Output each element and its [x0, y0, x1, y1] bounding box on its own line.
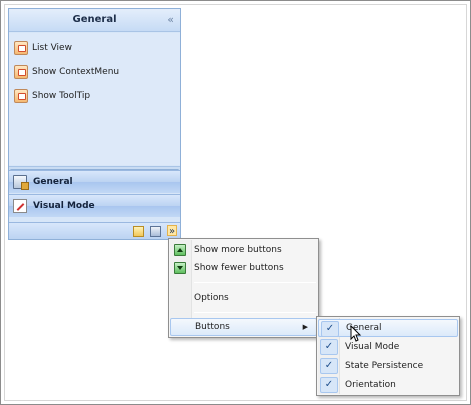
menu-separator [194, 282, 316, 283]
group-general[interactable]: General [9, 170, 180, 193]
submenu-item-label: Visual Mode [345, 342, 400, 352]
checkmark-icon: ✓ [320, 339, 338, 355]
checkmark-icon: ✓ [320, 377, 338, 393]
nav-item-list-view[interactable]: List View [14, 39, 174, 57]
picture-icon [14, 65, 28, 79]
menu-item-label: Show more buttons [194, 245, 282, 255]
buttons-submenu: ✓ General ✓ Visual Mode ✓ State Persiste… [316, 316, 460, 396]
nav-item-label: Show ToolTip [32, 91, 91, 101]
navigation-bar: General « List View Show ContextMenu Sho… [8, 8, 181, 240]
menu-item-show-fewer-buttons[interactable]: Show fewer buttons [170, 259, 317, 277]
context-menu: Show more buttons Show fewer buttons Opt… [168, 238, 319, 338]
submenu-arrow-icon: ▶ [302, 323, 308, 331]
arrow-down-icon [174, 262, 186, 274]
folder-icon[interactable] [133, 226, 144, 237]
nav-header: General « [9, 9, 180, 32]
submenu-item-label: Orientation [345, 380, 396, 390]
picture-icon [14, 89, 28, 103]
group-visual-mode[interactable]: Visual Mode [9, 194, 180, 217]
nav-item-label: Show ContextMenu [32, 67, 120, 77]
submenu-item-state-persistence[interactable]: ✓ State Persistence [318, 357, 458, 375]
visual-mode-icon [13, 199, 27, 213]
submenu-item-label: State Persistence [345, 361, 424, 371]
configure-buttons-chevron-icon[interactable]: » [167, 225, 177, 237]
submenu-item-orientation[interactable]: ✓ Orientation [318, 376, 458, 394]
nav-item-show-contextmenu[interactable]: Show ContextMenu [14, 63, 174, 81]
menu-item-show-more-buttons[interactable]: Show more buttons [170, 241, 317, 259]
nav-footer: » [9, 222, 180, 239]
arrow-up-icon [174, 244, 186, 256]
checkmark-icon: ✓ [321, 321, 339, 337]
group-label: Visual Mode [33, 201, 95, 211]
menu-item-label: Show fewer buttons [194, 263, 284, 273]
menu-separator [194, 312, 316, 313]
menu-item-label: Options [194, 293, 229, 303]
general-icon [13, 175, 29, 190]
nav-header-title: General [72, 14, 117, 25]
mouse-pointer-icon [350, 325, 362, 342]
group-label: General [33, 177, 73, 187]
checkmark-icon: ✓ [320, 358, 338, 374]
menu-item-options[interactable]: Options [170, 289, 317, 307]
menu-item-buttons[interactable]: Buttons ▶ [170, 318, 317, 336]
picture-icon [14, 41, 28, 55]
nav-content-area: List View Show ContextMenu Show ToolTip [9, 33, 180, 165]
map-icon[interactable] [150, 226, 161, 237]
nav-item-show-tooltip[interactable]: Show ToolTip [14, 87, 174, 105]
submenu-item-visual-mode[interactable]: ✓ Visual Mode [318, 338, 458, 356]
submenu-item-general[interactable]: ✓ General [318, 319, 458, 337]
nav-item-label: List View [32, 43, 72, 53]
menu-item-label: Buttons [195, 322, 230, 332]
collapse-chevron-icon[interactable]: « [167, 13, 174, 26]
